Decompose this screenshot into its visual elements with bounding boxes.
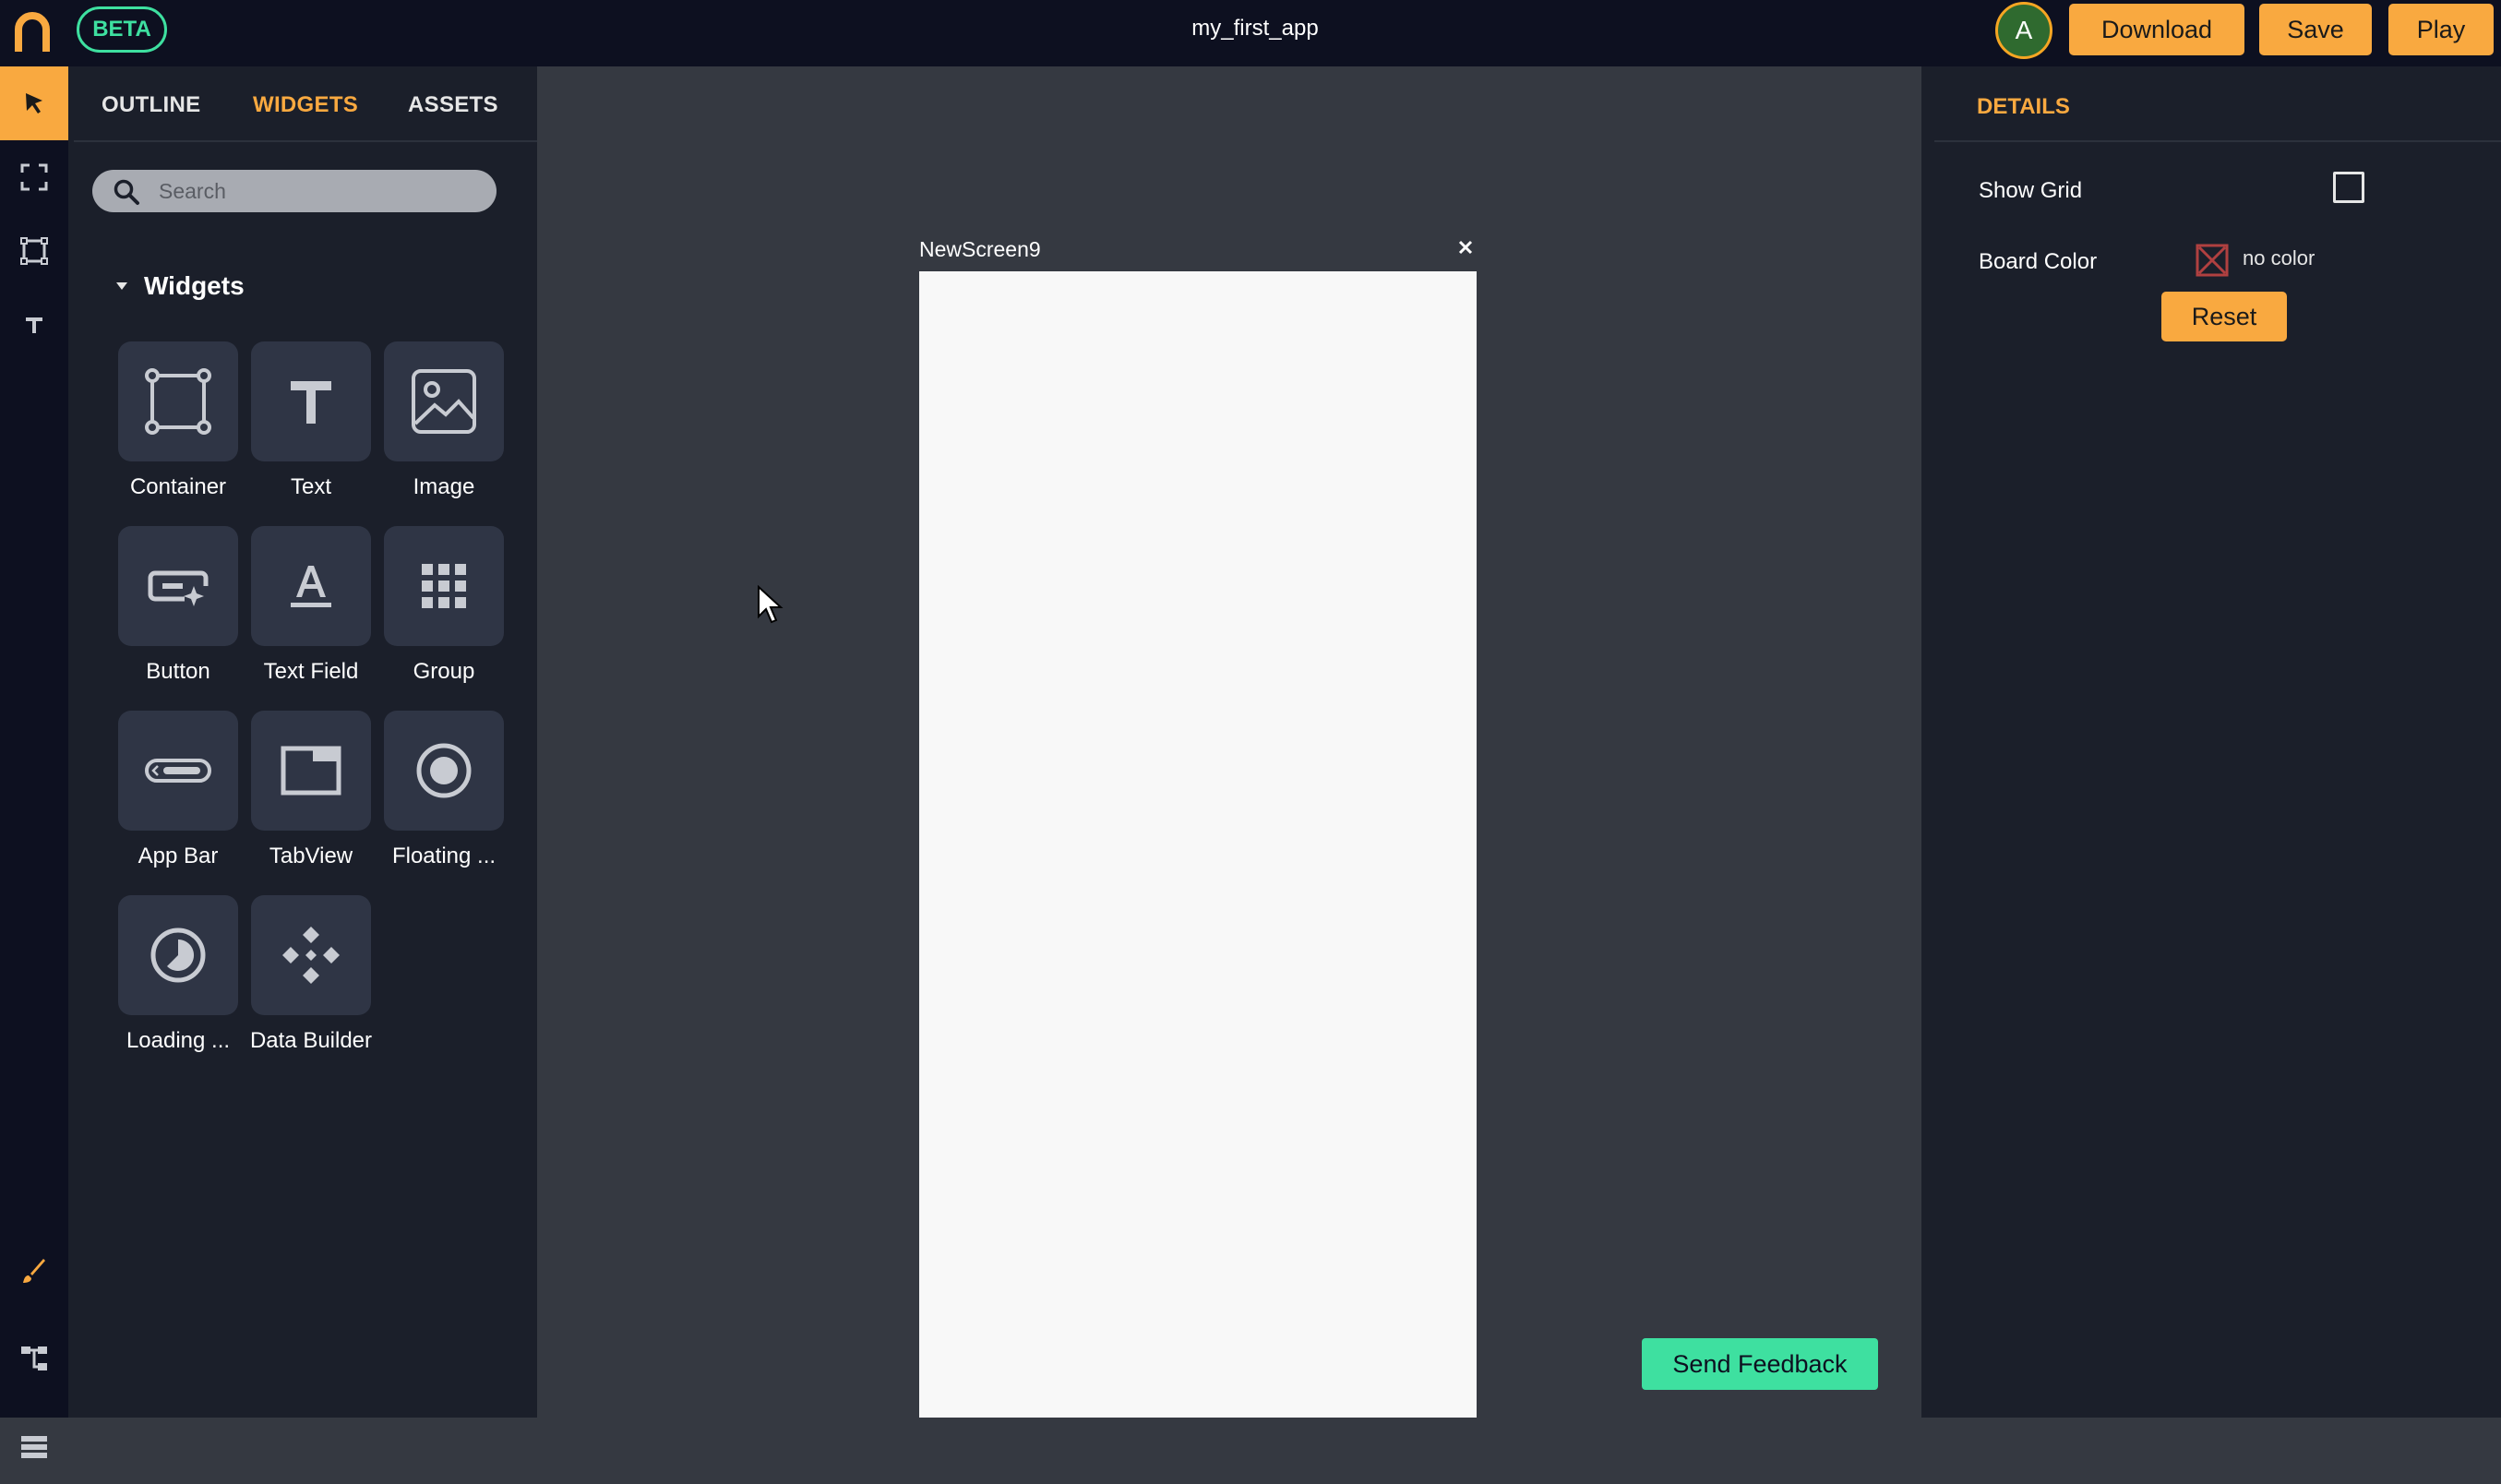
text-field-icon — [291, 566, 331, 607]
screen-title[interactable]: NewScreen9 — [919, 237, 1041, 262]
widget-label: Data Builder — [249, 1028, 373, 1053]
rail-container-tool[interactable] — [0, 214, 68, 288]
text-tool-icon — [26, 317, 42, 333]
widget-label: Button — [146, 659, 210, 684]
search-icon — [114, 179, 139, 205]
widget-text-field[interactable]: Text Field — [242, 526, 380, 701]
widget-label: Floating ... — [391, 844, 497, 868]
download-button[interactable]: Download — [2069, 4, 2244, 55]
widget-tile — [118, 526, 238, 646]
widget-image[interactable]: Image — [375, 341, 513, 517]
select-icon — [26, 93, 42, 114]
panel-tabs: OUTLINE WIDGETS ASSETS — [74, 66, 592, 142]
widget-label: Loading ... — [126, 1028, 231, 1053]
data-builder-icon — [282, 927, 340, 984]
tab-widgets[interactable]: WIDGETS — [253, 92, 358, 118]
widget-tile — [384, 341, 504, 461]
rail-list-tool[interactable] — [0, 1410, 68, 1484]
save-button[interactable]: Save — [2259, 4, 2372, 55]
board-color-label: Board Color — [1979, 249, 2098, 274]
rail-text-tool[interactable] — [0, 288, 68, 362]
floating-button-icon — [416, 743, 472, 798]
widget-loading[interactable]: Loading ... — [109, 895, 247, 1071]
container-icon — [20, 237, 48, 265]
widget-tile — [118, 341, 238, 461]
widget-button[interactable]: Button — [109, 526, 247, 701]
list-icon — [21, 1436, 47, 1458]
widget-tile — [251, 895, 371, 1015]
close-icon[interactable] — [1454, 236, 1477, 258]
play-button[interactable]: Play — [2388, 4, 2494, 55]
widget-data-builder[interactable]: Data Builder — [242, 895, 380, 1071]
widget-text[interactable]: Text — [242, 341, 380, 517]
reset-button[interactable]: Reset — [2161, 292, 2287, 341]
details-title: DETAILS — [1977, 94, 2070, 119]
widgets-section-header[interactable]: Widgets — [116, 268, 245, 305]
grid-icon — [422, 564, 466, 608]
widget-label: Image — [413, 474, 475, 499]
top-bar: BETA my_first_app A Download Save Play — [0, 0, 2501, 66]
no-color-swatch-icon[interactable] — [2196, 244, 2229, 277]
show-grid-label: Show Grid — [1979, 178, 2083, 203]
rail-select-tool[interactable] — [0, 66, 68, 140]
app-title: my_first_app — [1191, 16, 1319, 41]
widget-tile — [251, 711, 371, 831]
user-avatar[interactable]: A — [1995, 2, 2052, 59]
widget-group[interactable]: Group — [375, 526, 513, 701]
widget-app-bar[interactable]: App Bar — [109, 711, 247, 886]
screen-artboard[interactable] — [919, 271, 1477, 1418]
widget-container[interactable]: Container — [109, 341, 247, 517]
tabview-icon — [281, 746, 341, 796]
tab-assets[interactable]: ASSETS — [408, 92, 498, 118]
widget-label: App Bar — [138, 844, 219, 868]
widget-label: Container — [129, 474, 227, 499]
image-icon — [412, 369, 476, 434]
send-feedback-button[interactable]: Send Feedback — [1642, 1338, 1878, 1390]
app-bar-icon — [145, 759, 211, 783]
caret-down-icon — [116, 282, 127, 290]
search-input[interactable] — [159, 170, 482, 212]
rail-brush-tool[interactable] — [0, 1235, 68, 1309]
widget-label: Group — [413, 659, 475, 684]
widget-floating-button[interactable]: Floating ... — [375, 711, 513, 886]
section-title: Widgets — [144, 271, 245, 300]
widget-label: Text — [290, 474, 331, 499]
show-grid-checkbox[interactable] — [2333, 172, 2364, 203]
widget-label: Text Field — [263, 659, 359, 684]
text-icon — [291, 381, 331, 424]
widget-tile — [251, 526, 371, 646]
board-color-value: no color — [2243, 246, 2316, 269]
mouse-cursor-icon — [758, 585, 784, 624]
widgets-panel: OUTLINE WIDGETS ASSETS Widgets Container — [68, 66, 592, 1418]
container-icon — [145, 368, 211, 435]
search-box — [92, 170, 497, 212]
widget-tile — [118, 895, 238, 1015]
button-icon — [148, 570, 209, 606]
details-header: DETAILS — [1934, 66, 2501, 142]
rail-tree-tool[interactable] — [0, 1322, 68, 1395]
tree-icon — [21, 1346, 47, 1370]
widget-tile — [384, 711, 504, 831]
app-logo-icon[interactable] — [13, 11, 52, 54]
rail-frame-tool[interactable] — [0, 140, 68, 214]
loading-icon — [150, 928, 206, 983]
widget-label: TabView — [269, 844, 353, 868]
frame-icon — [20, 163, 48, 191]
brush-icon — [23, 1259, 45, 1283]
tab-outline[interactable]: OUTLINE — [102, 92, 200, 118]
widget-tile — [251, 341, 371, 461]
widget-tile — [118, 711, 238, 831]
widget-tile — [384, 526, 504, 646]
widget-tabview[interactable]: TabView — [242, 711, 380, 886]
beta-badge: BETA — [77, 6, 167, 53]
tool-rail — [0, 66, 68, 1458]
